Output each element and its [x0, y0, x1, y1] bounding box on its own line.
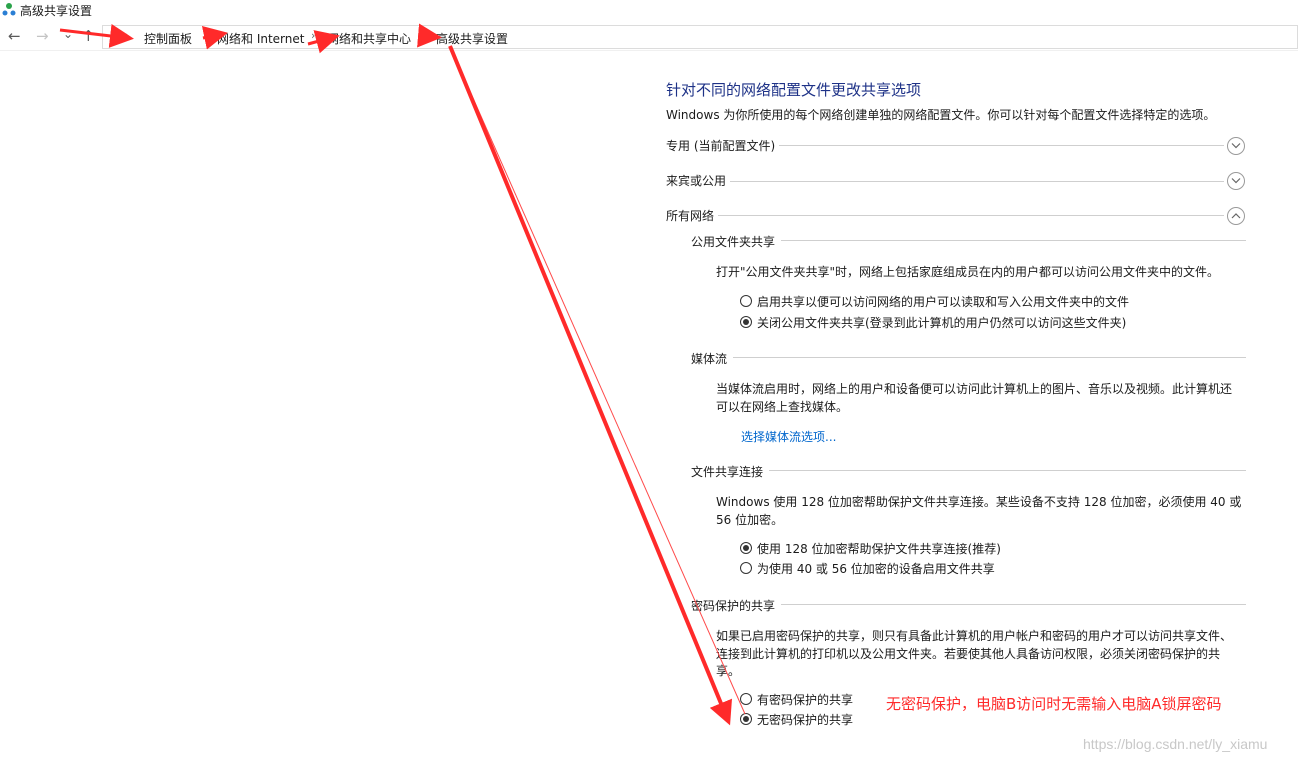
- page-description: Windows 为你所使用的每个网络创建单独的网络配置文件。你可以针对每个配置文…: [666, 108, 1216, 122]
- recent-locations-dropdown-icon[interactable]: ⌄: [63, 26, 73, 42]
- radio-label[interactable]: 有密码保护的共享: [757, 691, 853, 708]
- back-arrow-icon[interactable]: ←: [8, 28, 21, 44]
- network-icon: [2, 3, 16, 16]
- radio-label[interactable]: 关闭公用文件夹共享(登录到此计算机的用户仍然可以访问这些文件夹): [757, 314, 1126, 331]
- file-sharing-connections-title: 文件共享连接: [691, 463, 770, 480]
- radio-button-selected[interactable]: [740, 713, 752, 725]
- password-sharing-text-line1: 如果已启用密码保护的共享，则只有具备此计算机的用户帐户和密码的用户才可以访问共享…: [716, 629, 1233, 643]
- media-streaming-text-line2: 可以在网络上查找媒体。: [716, 400, 849, 414]
- radio-button[interactable]: [740, 693, 752, 705]
- profile-private-label[interactable]: 专用 (当前配置文件): [666, 137, 780, 154]
- password-protected-sharing-title: 密码保护的共享: [691, 597, 782, 614]
- media-streaming-title: 媒体流: [691, 350, 734, 367]
- expand-guest-public-button[interactable]: [1227, 172, 1245, 190]
- breadcrumb-separator: ›: [311, 29, 316, 42]
- radio-button[interactable]: [740, 295, 752, 307]
- breadcrumb-separator: ›: [421, 29, 426, 42]
- chevron-down-icon: [1231, 143, 1241, 149]
- file-sharing-text-line2: 56 位加密。: [716, 513, 784, 527]
- navigation-bar: ← → ⌄ ↑ › 控制面板 › 网络和 Internet › 网络和共享中心 …: [0, 22, 1298, 51]
- breadcrumb-network-internet[interactable]: 网络和 Internet: [217, 30, 304, 47]
- address-bar[interactable]: › 控制面板 › 网络和 Internet › 网络和共享中心 › 高级共享设置: [102, 25, 1298, 49]
- page-title: 针对不同的网络配置文件更改共享选项: [666, 81, 922, 99]
- annotation-text: 无密码保护，电脑B访问时无需输入电脑A锁屏密码: [886, 695, 1222, 713]
- breadcrumb-control-panel[interactable]: 控制面板: [144, 30, 192, 47]
- profile-guest-public-label[interactable]: 来宾或公用: [666, 172, 731, 189]
- watermark: https://blog.csdn.net/ly_xiamu: [1083, 736, 1268, 752]
- breadcrumb-separator: ›: [203, 29, 208, 42]
- title-bar: 高级共享设置: [0, 0, 1298, 20]
- divider: [668, 215, 1224, 216]
- radio-button[interactable]: [740, 562, 752, 574]
- divider: [692, 470, 1246, 471]
- breadcrumb-network-sharing-center[interactable]: 网络和共享中心: [327, 30, 411, 47]
- public-folder-sharing-title: 公用文件夹共享: [691, 233, 782, 250]
- file-sharing-text-line1: Windows 使用 128 位加密帮助保护文件共享连接。某些设备不支持 128…: [716, 495, 1242, 509]
- breadcrumb-separator: ›: [125, 29, 130, 42]
- radio-button-selected[interactable]: [740, 542, 752, 554]
- chevron-up-icon: [1231, 213, 1241, 219]
- radio-label[interactable]: 启用共享以便可以访问网络的用户可以读取和写入公用文件夹中的文件: [757, 293, 1129, 310]
- radio-label[interactable]: 使用 128 位加密帮助保护文件共享连接(推荐): [757, 540, 1001, 557]
- chevron-down-icon: [1231, 178, 1241, 184]
- breadcrumb-advanced-sharing[interactable]: 高级共享设置: [436, 30, 508, 47]
- radio-button-selected[interactable]: [740, 316, 752, 328]
- public-folder-sharing-text: 打开"公用文件夹共享"时，网络上包括家庭组成员在内的用户都可以访问公用文件夹中的…: [716, 265, 1220, 279]
- divider: [668, 181, 1224, 182]
- collapse-all-networks-button[interactable]: [1227, 207, 1245, 225]
- forward-arrow-icon[interactable]: →: [36, 28, 49, 44]
- expand-private-button[interactable]: [1227, 137, 1245, 155]
- media-streaming-options-link[interactable]: 选择媒体流选项...: [741, 428, 836, 445]
- radio-label[interactable]: 为使用 40 或 56 位加密的设备启用文件共享: [757, 560, 995, 577]
- password-sharing-text-line2: 连接到此计算机的打印机以及公用文件夹。若要使其他人具备访问权限，必须关闭密码保护…: [716, 647, 1221, 661]
- radio-label[interactable]: 无密码保护的共享: [757, 711, 853, 728]
- divider: [692, 357, 1246, 358]
- profile-all-networks-label[interactable]: 所有网络: [666, 207, 719, 224]
- password-sharing-text-line3: 享。: [716, 664, 741, 678]
- window-title: 高级共享设置: [20, 4, 93, 18]
- media-streaming-text-line1: 当媒体流启用时，网络上的用户和设备便可以访问此计算机上的图片、音乐以及视频。此计…: [716, 382, 1233, 396]
- up-arrow-icon[interactable]: ↑: [82, 28, 95, 44]
